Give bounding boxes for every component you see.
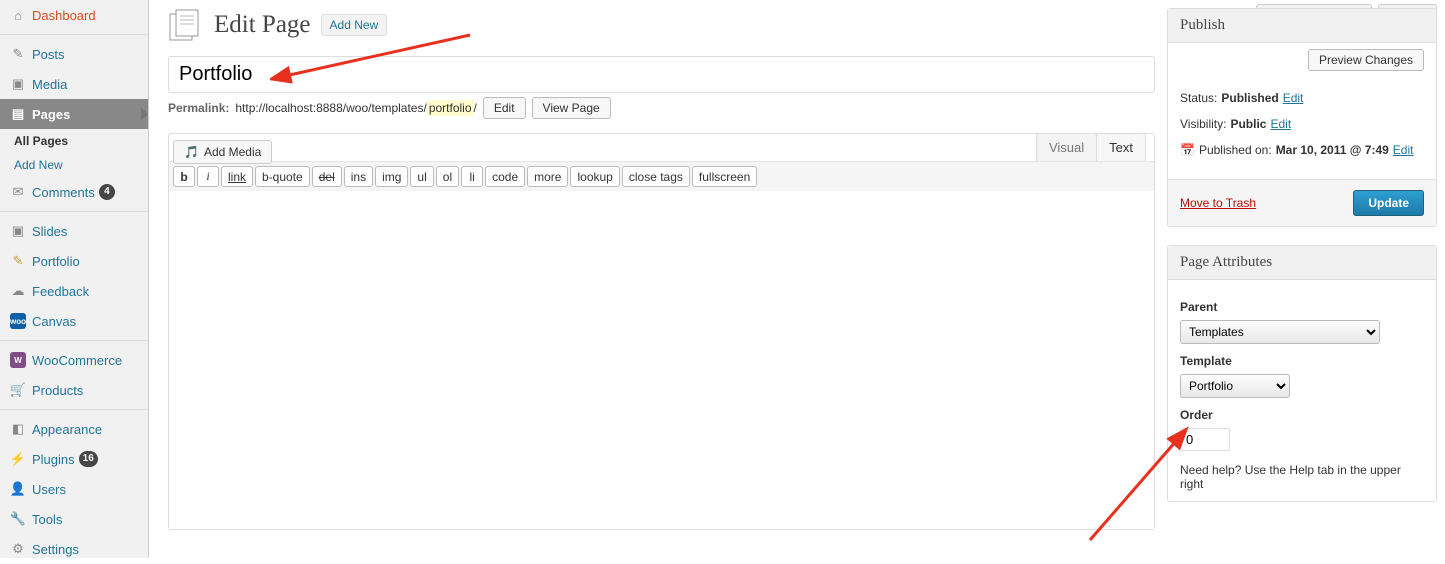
editor-toolbar: b i link b-quote del ins img ul ol li co… — [169, 161, 1154, 191]
status-row: Status: Published Edit — [1180, 91, 1424, 105]
update-button[interactable]: Update — [1353, 190, 1424, 216]
page-icon: ▤ — [10, 106, 26, 122]
toolbar-more-button[interactable]: more — [527, 166, 568, 187]
toolbar-li-button[interactable]: li — [461, 166, 483, 187]
toolbar-italic-button[interactable]: i — [197, 166, 219, 187]
editor-container: 🎵Add Media Visual Text b i link b-quote … — [168, 133, 1155, 530]
page-title: Edit Page — [214, 11, 311, 39]
toolbar-img-button[interactable]: img — [375, 166, 408, 187]
permalink-url: http://localhost:8888/woo/templates/port… — [235, 101, 477, 115]
sidebar-item-media[interactable]: ▣Media — [0, 69, 148, 99]
order-label: Order — [1180, 408, 1424, 422]
sidebar-item-feedback[interactable]: ☁Feedback — [0, 276, 148, 306]
sidebar-item-plugins[interactable]: ⚡Plugins16 — [0, 444, 148, 474]
wrench-icon: 🔧 — [10, 511, 26, 527]
editor-textarea[interactable] — [169, 191, 1154, 529]
sidebar-item-slides[interactable]: ▣Slides — [0, 216, 148, 246]
separator — [0, 34, 148, 35]
template-select[interactable]: Portfolio — [1180, 374, 1290, 398]
sidebar-item-portfolio[interactable]: ✎Portfolio — [0, 246, 148, 276]
users-icon: 👤 — [10, 481, 26, 497]
add-media-button[interactable]: 🎵Add Media — [173, 140, 272, 164]
page-attributes-help: Need help? Use the Help tab in the upper… — [1180, 463, 1424, 491]
published-row: 📅Published on: Mar 10, 2011 @ 7:49 Edit — [1180, 143, 1424, 157]
media-icon: ▣ — [10, 76, 26, 92]
comment-icon: ✉ — [10, 184, 26, 200]
toolbar-bold-button[interactable]: b — [173, 166, 195, 187]
toolbar-ins-button[interactable]: ins — [344, 166, 373, 187]
page-stack-icon — [168, 8, 204, 42]
separator — [0, 211, 148, 212]
visibility-row: Visibility: Public Edit — [1180, 117, 1424, 131]
sidebar-item-posts[interactable]: ✎Posts — [0, 39, 148, 69]
comments-count-badge: 4 — [99, 184, 115, 200]
canvas-icon: woo — [10, 313, 26, 329]
sidebar-item-pages[interactable]: ▤Pages — [0, 99, 148, 129]
tab-text[interactable]: Text — [1096, 133, 1146, 161]
sidebar-item-products[interactable]: 🛒Products — [0, 375, 148, 405]
slides-icon: ▣ — [10, 223, 26, 239]
add-new-button[interactable]: Add New — [321, 14, 388, 36]
move-to-trash-link[interactable]: Move to Trash — [1180, 196, 1256, 210]
sidebar-item-users[interactable]: 👤Users — [0, 474, 148, 504]
main-content: Edit Page Add New Permalink: http://loca… — [168, 8, 1155, 530]
page-header: Edit Page Add New — [168, 8, 1155, 42]
home-icon: ⌂ — [10, 7, 26, 23]
toolbar-ul-button[interactable]: ul — [410, 166, 433, 187]
view-page-button[interactable]: View Page — [532, 97, 611, 119]
toolbar-del-button[interactable]: del — [312, 166, 342, 187]
sidebar-pages-submenu: All Pages Add New — [0, 129, 148, 177]
sidebar-item-tools[interactable]: 🔧Tools — [0, 504, 148, 534]
publish-heading[interactable]: Publish — [1168, 9, 1436, 43]
permalink-row: Permalink: http://localhost:8888/woo/tem… — [168, 97, 1155, 119]
page-attributes-box: Page Attributes Parent Templates Templat… — [1167, 245, 1437, 502]
plug-icon: ⚡ — [10, 451, 26, 467]
sidebar-subitem-all-pages[interactable]: All Pages — [12, 129, 148, 153]
sidebar-item-dashboard[interactable]: ⌂Dashboard — [0, 0, 148, 30]
separator — [0, 409, 148, 410]
tab-visual[interactable]: Visual — [1036, 133, 1097, 161]
toolbar-bquote-button[interactable]: b-quote — [255, 166, 310, 187]
pencil-icon: ✎ — [10, 253, 26, 269]
parent-label: Parent — [1180, 300, 1424, 314]
appearance-icon: ◧ — [10, 421, 26, 437]
plugins-count-badge: 16 — [79, 451, 98, 467]
calendar-icon: 📅 — [1180, 143, 1195, 157]
post-title-input[interactable] — [168, 56, 1155, 93]
toolbar-fullscreen-button[interactable]: fullscreen — [692, 166, 757, 187]
permalink-label: Permalink: — [168, 101, 229, 115]
toolbar-code-button[interactable]: code — [485, 166, 525, 187]
parent-select[interactable]: Templates — [1180, 320, 1380, 344]
toolbar-closetags-button[interactable]: close tags — [622, 166, 690, 187]
toolbar-lookup-button[interactable]: lookup — [570, 166, 619, 187]
pin-icon: ✎ — [10, 46, 26, 62]
page-attributes-heading[interactable]: Page Attributes — [1168, 246, 1436, 280]
template-label: Template — [1180, 354, 1424, 368]
sidebar-item-canvas[interactable]: wooCanvas — [0, 306, 148, 336]
sidebar-item-woocommerce[interactable]: WWooCommerce — [0, 345, 148, 375]
permalink-edit-button[interactable]: Edit — [483, 97, 526, 119]
media-icon: 🎵 — [184, 145, 199, 159]
bubble-icon: ☁ — [10, 283, 26, 299]
date-edit-link[interactable]: Edit — [1393, 143, 1414, 157]
visibility-edit-link[interactable]: Edit — [1270, 117, 1291, 131]
editor-tabs: Visual Text — [1037, 133, 1146, 161]
preview-changes-button[interactable]: Preview Changes — [1308, 49, 1424, 71]
gear-icon: ⚙ — [10, 541, 26, 557]
sidebar-subitem-add-new[interactable]: Add New — [12, 153, 148, 177]
sidebar-item-comments[interactable]: ✉Comments4 — [0, 177, 148, 207]
sidebar-item-appearance[interactable]: ◧Appearance — [0, 414, 148, 444]
order-input[interactable] — [1180, 428, 1230, 451]
admin-sidebar: ⌂Dashboard ✎Posts ▣Media ▤Pages All Page… — [0, 0, 149, 558]
toolbar-ol-button[interactable]: ol — [436, 166, 459, 187]
status-edit-link[interactable]: Edit — [1283, 91, 1304, 105]
separator — [0, 340, 148, 341]
right-column: Publish Preview Changes Status: Publishe… — [1167, 8, 1437, 520]
toolbar-link-button[interactable]: link — [221, 166, 253, 187]
sidebar-item-settings[interactable]: ⚙Settings — [0, 534, 148, 564]
woo-icon: W — [10, 352, 26, 368]
publish-box: Publish Preview Changes Status: Publishe… — [1167, 8, 1437, 227]
cart-icon: 🛒 — [10, 382, 26, 398]
